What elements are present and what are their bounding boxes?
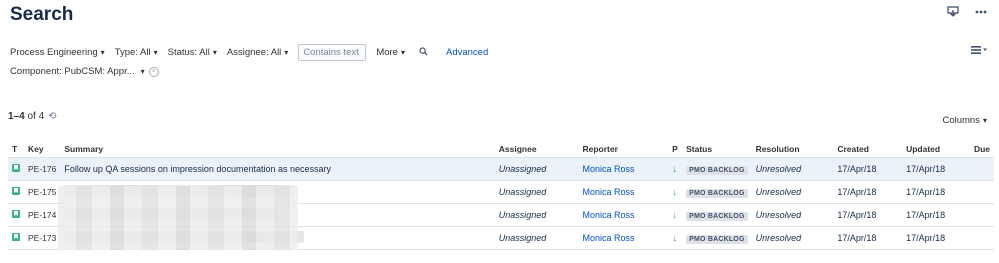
issue-reporter[interactable]: Monica Ross: [578, 180, 669, 204]
search-input[interactable]: Contains text: [298, 44, 367, 61]
story-icon: [12, 187, 20, 195]
issue-assignee: Unassigned: [494, 226, 579, 250]
type-filter-label: Type: All: [114, 47, 151, 58]
header-actions: [947, 6, 987, 17]
columns-label: Columns: [942, 115, 980, 126]
type-filter[interactable]: Type: All ▾: [115, 47, 158, 58]
project-filter-label: Process Engineering: [10, 47, 98, 58]
col-header-created[interactable]: Created: [833, 141, 903, 158]
chevron-down-icon: ▾: [140, 67, 145, 76]
issue-updated: 17/Apr/18: [902, 226, 970, 250]
issue-assignee: Unassigned: [494, 157, 579, 181]
assignee-filter[interactable]: Assignee: All ▾: [227, 47, 288, 58]
advanced-search-link[interactable]: Advanced: [446, 47, 488, 58]
col-header-summary[interactable]: Summary: [60, 141, 495, 158]
issue-reporter[interactable]: Monica Ross: [578, 157, 669, 181]
project-filter[interactable]: Process Engineering ▾: [10, 47, 105, 58]
issue-resolution: Unresolved: [751, 226, 834, 250]
filter-bar-row-2: Component: PubCSM: Appr... ▾ ×: [10, 66, 159, 77]
chevron-down-icon: ▾: [100, 48, 105, 57]
col-header-resolution[interactable]: Resolution: [751, 141, 834, 158]
issue-key[interactable]: PE-173: [24, 226, 61, 250]
issue-summary[interactable]: Follow up QA sessions on impression docu…: [60, 157, 495, 181]
filter-bar: Process Engineering ▾ Type: All ▾ Status: …: [10, 44, 488, 61]
status-filter-label: Status: All: [167, 47, 210, 58]
results-range: 1–4: [8, 111, 25, 122]
table-row[interactable]: PE-176 Follow up QA sessions on impressi…: [8, 157, 994, 181]
col-header-priority[interactable]: P: [668, 141, 683, 158]
status-filter[interactable]: Status: All ▾: [168, 47, 217, 58]
issue-resolution: Unresolved: [751, 203, 834, 227]
col-header-key[interactable]: Key: [24, 141, 61, 158]
assignee-filter-label: Assignee: All: [226, 47, 282, 58]
status-badge: PMO BACKLOG: [686, 234, 748, 244]
col-header-due[interactable]: Due: [969, 141, 994, 158]
issue-due: [969, 180, 994, 204]
status-badge: PMO BACKLOG: [686, 188, 748, 198]
more-actions-icon[interactable]: [975, 10, 987, 14]
list-view-icon[interactable]: [971, 46, 987, 54]
redaction-overlay: [58, 186, 298, 250]
issue-resolution: Unresolved: [751, 157, 834, 181]
story-icon: [12, 210, 20, 218]
priority-low-icon: ↓: [668, 226, 683, 250]
col-header-status[interactable]: Status: [682, 141, 752, 158]
more-filter[interactable]: More ▾: [376, 47, 405, 58]
story-icon: [12, 233, 20, 241]
component-filter[interactable]: Component: PubCSM: Appr... ▾: [10, 66, 145, 77]
issue-created: 17/Apr/18: [833, 157, 903, 181]
clear-filter-icon[interactable]: ×: [148, 66, 159, 77]
more-filter-label: More: [376, 47, 398, 58]
priority-low-icon: ↓: [668, 203, 683, 227]
chevron-down-icon: ▾: [982, 116, 987, 125]
issue-created: 17/Apr/18: [833, 180, 903, 204]
chevron-down-icon: ▾: [212, 48, 217, 57]
status-badge: PMO BACKLOG: [686, 165, 748, 175]
page-title: Search: [10, 4, 74, 25]
issue-due: [969, 203, 994, 227]
results-count: 1–4 of 4 ⟲: [8, 111, 57, 122]
col-header-assignee[interactable]: Assignee: [494, 141, 579, 158]
issue-due: [969, 157, 994, 181]
story-icon: [12, 164, 20, 172]
export-icon[interactable]: [947, 6, 959, 17]
refresh-icon[interactable]: ⟲: [48, 111, 56, 122]
col-header-reporter[interactable]: Reporter: [578, 141, 669, 158]
col-header-updated[interactable]: Updated: [902, 141, 970, 158]
results-total: of 4: [27, 111, 45, 122]
issue-created: 17/Apr/18: [833, 226, 903, 250]
issue-created: 17/Apr/18: [833, 203, 903, 227]
issue-updated: 17/Apr/18: [902, 157, 970, 181]
issue-key[interactable]: PE-176: [24, 157, 61, 181]
issue-updated: 17/Apr/18: [902, 180, 970, 204]
status-badge: PMO BACKLOG: [686, 211, 748, 221]
col-header-type[interactable]: T: [8, 141, 24, 158]
columns-button[interactable]: Columns ▾: [942, 115, 987, 126]
issue-due: [969, 226, 994, 250]
issue-assignee: Unassigned: [494, 180, 579, 204]
issue-assignee: Unassigned: [494, 203, 579, 227]
chevron-down-icon: ▾: [153, 48, 158, 57]
issue-reporter[interactable]: Monica Ross: [578, 203, 669, 227]
priority-low-icon: ↓: [668, 180, 683, 204]
issue-resolution: Unresolved: [751, 180, 834, 204]
component-filter-label: Component: PubCSM: Appr...: [10, 66, 135, 77]
chevron-down-icon: ▾: [400, 48, 405, 57]
issue-updated: 17/Apr/18: [902, 203, 970, 227]
issue-reporter[interactable]: Monica Ross: [578, 226, 669, 250]
search-icon[interactable]: [419, 46, 428, 59]
issue-key[interactable]: PE-174: [24, 203, 61, 227]
priority-low-icon: ↓: [668, 157, 683, 181]
chevron-down-icon: ▾: [284, 48, 289, 57]
table-header-row: T Key Summary Assignee Reporter P Status…: [8, 141, 994, 158]
issue-key[interactable]: PE-175: [24, 180, 61, 204]
